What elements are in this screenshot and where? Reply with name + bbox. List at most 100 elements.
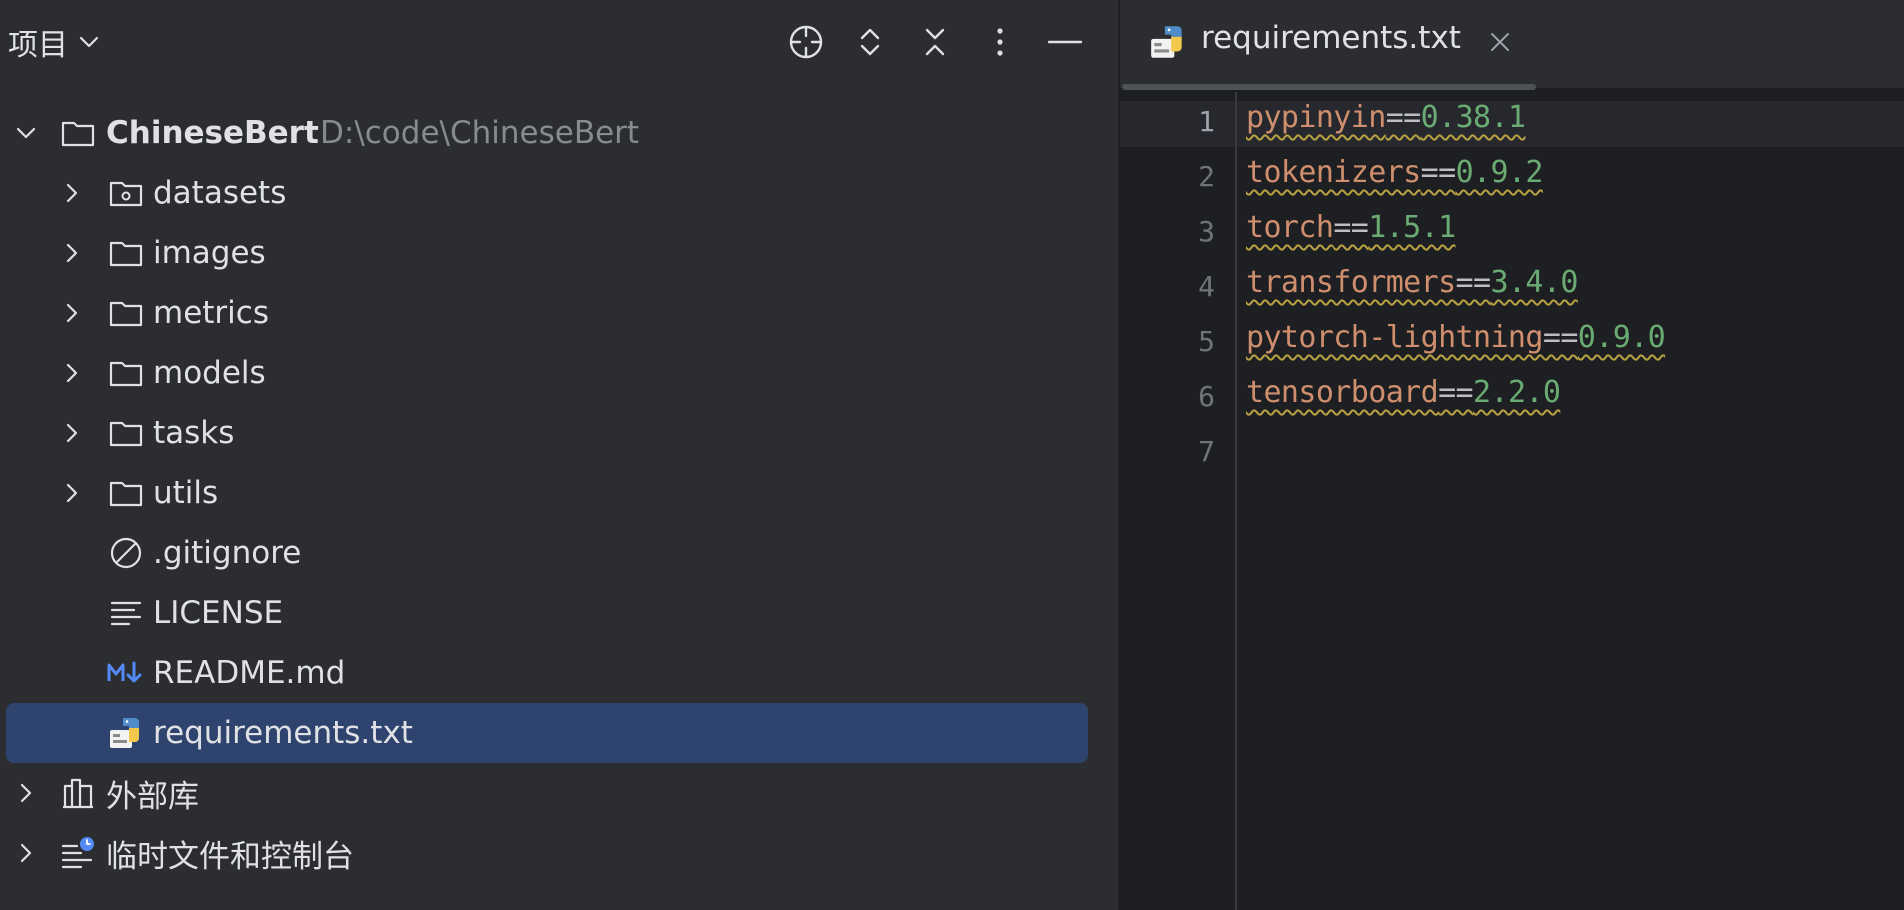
operator: ==	[1438, 375, 1474, 410]
collapse-all-icon	[925, 28, 945, 56]
options-button[interactable]	[976, 18, 1024, 66]
operator: ==	[1420, 155, 1457, 190]
chevron-down-icon	[79, 36, 99, 48]
chevron-right-icon[interactable]	[58, 179, 86, 207]
expand-collapse-icon	[860, 28, 880, 56]
root-folder-path: D:\code\ChineseBert	[320, 115, 640, 151]
tree-item-label: models	[153, 355, 266, 391]
folder-icon	[106, 353, 146, 393]
package-name: torch	[1246, 210, 1334, 245]
tree-item-label: tasks	[153, 415, 235, 451]
code-line[interactable]: pytorch-lightning==0.9.0	[1246, 320, 1666, 355]
code-line[interactable]: tensorboard==2.2.0	[1246, 375, 1561, 410]
tree-item-utils[interactable]: utils	[6, 463, 1088, 523]
code-line[interactable]: transformers==3.4.0	[1246, 265, 1578, 300]
tree-item-tasks[interactable]: tasks	[6, 403, 1088, 463]
tree-item-label: README.md	[153, 655, 346, 691]
close-icon	[1491, 33, 1509, 51]
tree-item-external-libraries[interactable]: 外部库	[6, 763, 1088, 823]
package-name: tensorboard	[1246, 375, 1439, 410]
scratches-icon	[58, 833, 98, 873]
tree-item-models[interactable]: models	[6, 343, 1088, 403]
project-panel: 项目 ChineseBert D:\code\ChineseBert datas…	[0, 0, 1118, 910]
markdown-icon	[106, 653, 146, 693]
operator: ==	[1542, 320, 1579, 355]
code-line[interactable]: tokenizers==0.9.2	[1246, 155, 1543, 190]
ignore-file-icon	[106, 533, 146, 573]
line-number: 6	[1198, 380, 1215, 413]
line-number: 7	[1198, 435, 1215, 468]
code-line[interactable]: pypinyin==0.38.1	[1246, 100, 1526, 135]
minimize-icon	[1047, 40, 1083, 44]
tree-item-label: metrics	[153, 295, 269, 331]
tree-item-requirements[interactable]: requirements.txt	[6, 703, 1088, 763]
library-icon	[58, 773, 98, 813]
text-file-icon	[106, 593, 146, 633]
root-folder-name: ChineseBert	[106, 115, 319, 151]
tree-item-label: .gitignore	[153, 535, 302, 571]
folder-resources-icon	[106, 173, 146, 213]
operator: ==	[1455, 265, 1492, 300]
python-requirements-icon	[1151, 26, 1182, 58]
tree-item-metrics[interactable]: metrics	[6, 283, 1088, 343]
folder-icon	[58, 113, 98, 153]
operator: ==	[1333, 210, 1369, 245]
editor-tab-requirements[interactable]: requirements.txt	[1120, 0, 1540, 90]
tree-root-row[interactable]: ChineseBert D:\code\ChineseBert	[6, 103, 1088, 163]
tab-scroll-indicator[interactable]	[1122, 84, 1536, 90]
chevron-right-icon[interactable]	[58, 359, 86, 387]
tree-item-scratches[interactable]: 临时文件和控制台	[6, 823, 1088, 883]
tree-item-gitignore[interactable]: .gitignore	[6, 523, 1088, 583]
python-requirements-icon	[106, 713, 146, 753]
tree-item-label: LICENSE	[153, 595, 284, 631]
line-number: 5	[1198, 325, 1215, 358]
line-number: 3	[1198, 215, 1215, 248]
tree-item-label: images	[153, 235, 266, 271]
chevron-right-icon[interactable]	[12, 839, 40, 867]
tree-item-label: utils	[153, 475, 219, 511]
tree-item-label: 外部库	[106, 778, 199, 815]
locate-file-button[interactable]	[782, 18, 830, 66]
folder-icon	[106, 413, 146, 453]
line-number: 2	[1198, 160, 1215, 193]
tree-item-images[interactable]: images	[6, 223, 1088, 283]
version: 3.4.0	[1490, 265, 1578, 300]
editor-area: requirements.txt 1 2 3 4 5 6 7 pypinyin=…	[1120, 0, 1904, 910]
version: 0.9.0	[1577, 320, 1666, 355]
project-panel-title: 项目	[8, 28, 68, 63]
tree-item-label: requirements.txt	[153, 715, 413, 751]
project-view-selector[interactable]: 项目	[8, 20, 100, 64]
chevron-right-icon[interactable]	[12, 779, 40, 807]
tree-item-label: datasets	[153, 175, 287, 211]
close-tab-button[interactable]	[1482, 24, 1518, 60]
gutter-divider	[1235, 92, 1237, 910]
tree-item-datasets[interactable]: datasets	[6, 163, 1088, 223]
version: 0.9.2	[1455, 155, 1544, 190]
package-name: transformers	[1246, 265, 1456, 300]
expand-selected-button[interactable]	[846, 18, 894, 66]
code-line[interactable]: torch==1.5.1	[1246, 210, 1456, 245]
version: 2.2.0	[1473, 375, 1561, 410]
editor-tab-bar: requirements.txt	[1120, 0, 1904, 90]
folder-icon	[106, 473, 146, 513]
tree-item-label: 临时文件和控制台	[106, 838, 354, 875]
package-name: tokenizers	[1246, 155, 1421, 190]
chevron-right-icon[interactable]	[58, 479, 86, 507]
crosshair-icon	[789, 25, 823, 59]
hide-panel-button[interactable]	[1041, 18, 1089, 66]
package-name: pytorch-lightning	[1246, 320, 1543, 355]
editor-tab-label: requirements.txt	[1201, 20, 1461, 56]
version: 1.5.1	[1368, 210, 1456, 245]
project-panel-header: 项目	[0, 0, 1118, 84]
operator: ==	[1385, 100, 1422, 135]
chevron-right-icon[interactable]	[58, 239, 86, 267]
tree-item-license[interactable]: LICENSE	[6, 583, 1088, 643]
version: 0.38.1	[1420, 100, 1526, 135]
chevron-down-icon[interactable]	[12, 119, 40, 147]
folder-icon	[106, 293, 146, 333]
collapse-all-button[interactable]	[911, 18, 959, 66]
chevron-right-icon[interactable]	[58, 419, 86, 447]
tree-item-readme[interactable]: README.md	[6, 643, 1088, 703]
chevron-right-icon[interactable]	[58, 299, 86, 327]
line-number: 4	[1198, 270, 1215, 303]
